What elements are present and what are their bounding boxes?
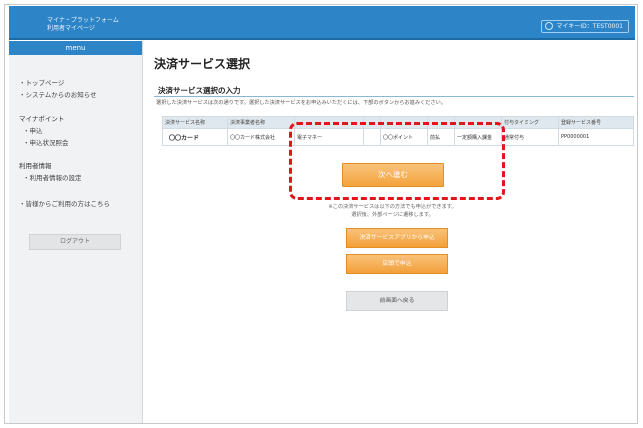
sidebar-item-top-page[interactable]: ・トップページ xyxy=(19,77,64,87)
main-content: 決済サービス選択 決済サービス選択の入力 選択した決済サービスは次の通りです。選… xyxy=(150,41,635,423)
table-header: 付与タイミング xyxy=(501,116,559,129)
user-id-badge[interactable]: マイキーID：TEST0001 xyxy=(541,20,629,33)
table-header: 登録サービス番号 xyxy=(558,116,634,129)
table-cell: 通常付与 xyxy=(501,128,559,146)
sidebar-group-user-info: 利用者情報 xyxy=(19,162,52,170)
user-id-label: マイキーID：TEST0001 xyxy=(556,23,623,30)
back-button[interactable]: 前画面へ戻る xyxy=(346,291,448,311)
sidebar-help-link[interactable]: ・皆様からご利用の方はこちら xyxy=(19,198,110,208)
highlight-annotation xyxy=(289,122,505,200)
logout-button[interactable]: ログアウト xyxy=(29,234,121,250)
table-cell: 〇〇カード xyxy=(162,128,228,146)
section-divider xyxy=(154,96,634,97)
sidebar: menu ・トップページ ・システムからのお知らせ マイナポイント ・申込 ・申… xyxy=(9,41,143,423)
table-cell: PP0000001 xyxy=(558,128,634,146)
apply-in-store-button[interactable]: 店頭で申込 xyxy=(346,254,448,274)
table-header: 決済サービス名称 xyxy=(162,116,228,129)
sidebar-item-user-settings[interactable]: ・利用者情報の設定 xyxy=(23,172,82,182)
section-title: 決済サービス選択の入力 xyxy=(158,86,241,95)
logo-line1: マイナ・プラットフォーム xyxy=(47,17,119,24)
site-logo[interactable]: マイナ・プラットフォーム 利用者マイページ xyxy=(47,17,119,33)
table-cell: 〇〇カード株式会社 xyxy=(227,128,295,146)
user-icon xyxy=(545,22,554,30)
logo-line2: 利用者マイページ xyxy=(47,25,95,32)
menu-header: menu xyxy=(9,41,142,55)
sidebar-item-apply[interactable]: ・申込 xyxy=(23,125,43,135)
section-description: 選択した決済サービスは次の通りです。選択した決済サービスをお申込みいただくには、… xyxy=(156,100,446,106)
table-header: 決済事業者名称 xyxy=(227,116,295,129)
alternate-method-note: ※この決済サービスは以下の方法でも申込ができます。 選択後、外部ページに遷移しま… xyxy=(150,203,635,219)
note-line2: 選択後、外部ページに遷移します。 xyxy=(351,212,434,218)
sidebar-item-apply-status[interactable]: ・申込状況照会 xyxy=(23,137,69,147)
sidebar-group-mynapoint: マイナポイント xyxy=(19,115,65,123)
header-bar: マイナ・プラットフォーム 利用者マイページ マイキーID：TEST0001 xyxy=(9,6,635,40)
page-title: 決済サービス選択 xyxy=(154,57,251,71)
sidebar-item-system-notices[interactable]: ・システムからのお知らせ xyxy=(19,89,97,99)
note-line1: ※この決済サービスは以下の方法でも申込ができます。 xyxy=(328,204,457,210)
apply-via-app-button[interactable]: 決済サービスアプリから申込 xyxy=(346,228,448,248)
